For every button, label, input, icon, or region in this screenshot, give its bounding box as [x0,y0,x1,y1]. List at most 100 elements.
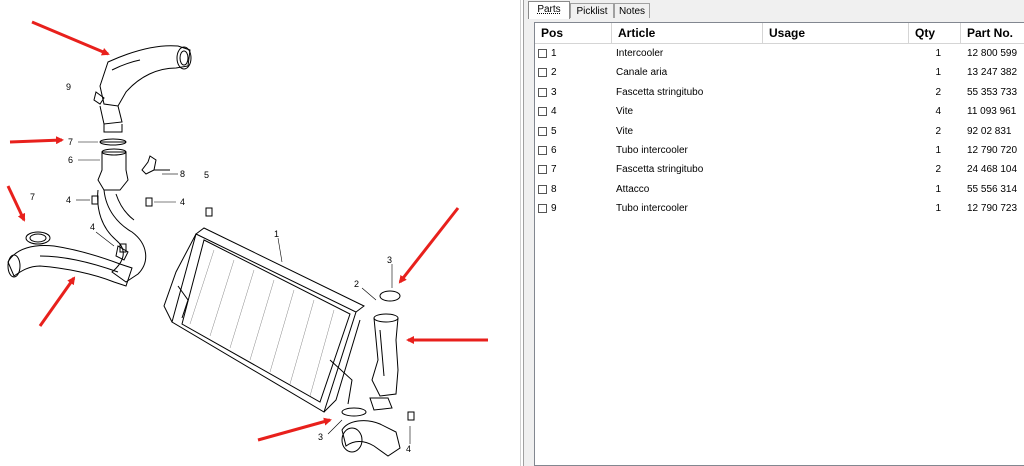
row-checkbox[interactable] [538,165,547,175]
column-header-part-no[interactable]: Part No. [961,23,1024,43]
table-row[interactable]: 6 Tubo intercooler 1 12 790 720 [535,141,1024,160]
column-header-article[interactable]: Article [612,23,763,43]
cell-usage [767,63,907,82]
cell-qty: 4 [935,106,941,118]
cell-article: Attacco [616,183,650,195]
callout-4-lower[interactable]: 4 [90,222,95,232]
callout-4-right[interactable]: 4 [406,444,411,454]
cell-part-no: 11 093 961 [967,106,1017,118]
cell-article: Tubo intercooler [616,203,688,215]
cell-article: Intercooler [616,48,664,59]
cell-pos: 9 [551,203,557,215]
cell-pos: 7 [551,164,557,176]
callout-9[interactable]: 9 [66,82,71,92]
parts-diagram[interactable]: 9 7 6 8 5 4 4 7 4 1 3 2 3 4 [0,0,520,466]
callout-7[interactable]: 7 [68,137,73,147]
cell-article: Fascetta stringitubo [616,86,704,98]
row-checkbox[interactable] [538,87,547,97]
callout-3-lower[interactable]: 3 [318,432,323,442]
cell-part-no: 55 556 314 [967,183,1018,195]
cell-pos: 5 [551,125,557,137]
row-checkbox[interactable] [538,49,547,58]
cell-article: Tubo intercooler [616,145,688,156]
table-row[interactable]: 1 Intercooler 1 12 800 599 [535,44,1024,63]
column-header-usage[interactable]: Usage [763,23,909,43]
table-row[interactable]: 3 Fascetta stringitubo 2 55 353 733 [535,83,1024,102]
row-checkbox[interactable] [538,68,547,78]
screws [91,195,415,421]
row-checkbox[interactable] [538,184,547,194]
cell-article: Vite [616,125,634,137]
table-row[interactable]: 9 Tubo intercooler 1 12 790 723 [535,199,1024,218]
part-8-bracket [141,155,170,175]
callout-5[interactable]: 5 [204,170,209,180]
table-row[interactable]: 7 Fascetta stringitubo 2 24 468 104 [535,160,1024,179]
row-checkbox[interactable] [538,107,547,117]
cell-part-no: 12 790 720 [967,145,1018,156]
callout-4-left[interactable]: 4 [66,195,71,205]
cell-article: Fascetta stringitubo [616,164,704,176]
cell-part-no: 24 468 104 [967,164,1018,176]
callout-1[interactable]: 1 [274,229,279,239]
part-6-pipe [97,148,147,283]
cell-qty: 2 [935,86,941,98]
column-header-pos[interactable]: Pos [535,23,612,43]
row-checkbox[interactable] [538,126,547,136]
part-9-upper-pipe [93,45,192,133]
cell-qty: 1 [935,145,941,156]
table-row[interactable]: 5 Vite 2 92 02 831 [535,122,1024,141]
table-row[interactable]: 8 Attacco 1 55 556 314 [535,180,1024,199]
parts-panel: Parts Picklist Notes Pos Article Usage Q… [524,0,1024,466]
cell-article: Vite [616,106,634,118]
callout-3-upper[interactable]: 3 [387,255,392,265]
row-checkbox[interactable] [538,146,547,155]
cell-pos: 3 [551,86,557,98]
cell-article: Canale aria [616,67,668,79]
callout-2[interactable]: 2 [354,279,359,289]
cell-qty: 1 [935,183,941,195]
callout-6[interactable]: 6 [68,155,73,165]
parts-table: Pos Article Usage Qty Part No. 1 Intercoo… [534,22,1024,466]
part-2-right-pipe [369,290,401,411]
red-arrows [6,20,488,442]
cell-usage [767,102,907,121]
cell-qty: 1 [935,48,941,59]
cell-qty: 1 [935,203,941,215]
table-header: Pos Article Usage Qty Part No. [535,23,1024,44]
part-3-lower-clamp [341,407,401,457]
cell-qty: 1 [935,67,941,79]
cell-usage [767,199,907,218]
cell-pos: 8 [551,183,557,195]
part-7-clamp-upper [99,138,127,146]
tab-strip: Parts Picklist Notes [528,1,1024,19]
lower-left-hose [7,231,133,287]
cell-part-no: 55 353 733 [967,86,1018,98]
cell-part-no: 12 800 599 [967,48,1018,59]
cell-usage [767,44,907,63]
cell-usage [767,122,907,141]
table-row[interactable]: 2 Canale aria 1 13 247 382 [535,63,1024,82]
cell-usage [767,141,907,160]
tab-notes[interactable]: Notes [614,3,650,18]
part-1-intercooler [163,227,365,413]
cell-pos: 6 [551,145,557,156]
intercooler-fins [189,249,335,397]
cell-part-no: 13 247 382 [967,67,1018,79]
column-header-qty[interactable]: Qty [909,23,961,43]
tab-parts[interactable]: Parts [528,1,570,19]
callout-7-lower[interactable]: 7 [30,192,35,202]
cell-usage [767,83,907,102]
table-row[interactable]: 4 Vite 4 11 093 961 [535,102,1024,121]
callout-8[interactable]: 8 [180,169,185,179]
cell-pos: 4 [551,106,557,118]
cell-qty: 2 [935,125,941,137]
callout-4-mid[interactable]: 4 [180,197,185,207]
row-checkbox[interactable] [538,204,547,214]
diagram-drawing [6,20,488,457]
cell-pos: 1 [551,48,557,59]
cell-usage [767,180,907,199]
cell-part-no: 12 790 723 [967,203,1018,215]
cell-pos: 2 [551,67,557,79]
leader-lines [76,141,411,444]
tab-picklist[interactable]: Picklist [570,3,614,18]
